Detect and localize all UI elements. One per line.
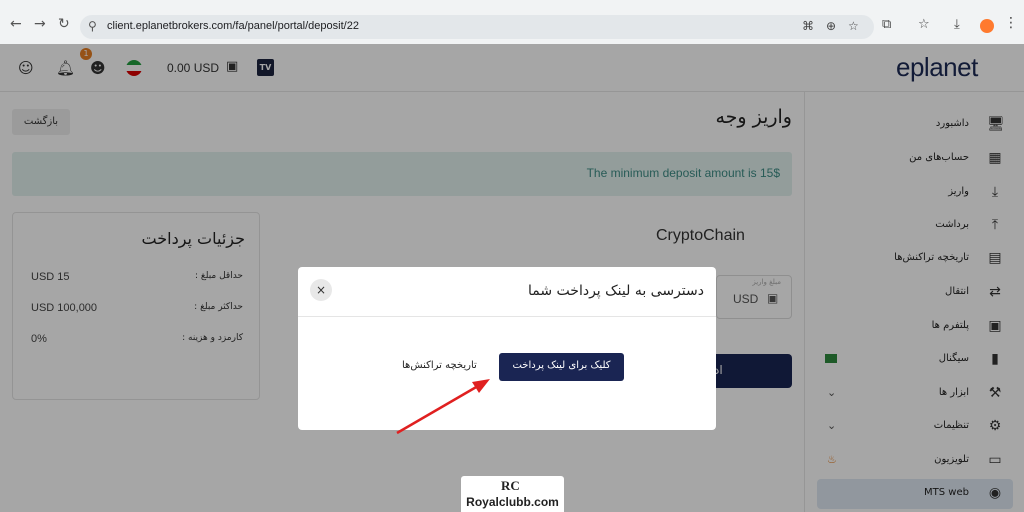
close-icon[interactable]: × — [310, 279, 332, 301]
back-icon[interactable]: ← — [10, 16, 22, 32]
watermark-logo: RC — [501, 478, 520, 493]
download-icon[interactable]: ⤓ — [954, 17, 960, 32]
zoom-icon[interactable]: ⊕ — [826, 19, 836, 33]
royalclubb-watermark: RC Royalclubb.com — [461, 476, 564, 512]
transaction-history-link[interactable]: تاریخچه تراکنش‌ها — [402, 360, 477, 371]
reload-icon[interactable]: ↻ — [58, 16, 70, 32]
site-info-icon[interactable]: ⚲ — [88, 19, 97, 33]
url-text[interactable]: client.eplanetbrokers.com/fa/panel/porta… — [107, 20, 359, 32]
profile-avatar[interactable] — [980, 19, 994, 33]
modal-title: دسترسی به لینک پرداخت شما — [528, 283, 704, 299]
menu-icon[interactable]: ⋮ — [1004, 15, 1018, 31]
forward-icon[interactable]: → — [34, 16, 46, 32]
extensions-icon[interactable]: ⧉ — [882, 17, 891, 32]
payment-link-button[interactable]: کلیک برای لینک پرداخت — [499, 353, 624, 381]
address-bar[interactable]: ⚲ client.eplanetbrokers.com/fa/panel/por… — [80, 15, 874, 39]
browser-chrome: ← → ↻ ⚲ client.eplanetbrokers.com/fa/pan… — [0, 0, 1024, 44]
payment-link-modal: دسترسی به لینک پرداخت شما × کلیک برای لی… — [298, 267, 716, 430]
translate-icon[interactable]: ⌘ — [802, 19, 814, 33]
payment-link-label: کلیک برای لینک پرداخت — [512, 360, 611, 371]
modal-header: دسترسی به لینک پرداخت شما × — [298, 267, 716, 317]
watermark-text: Royalclubb.com — [466, 495, 559, 509]
bookmarks-icon[interactable]: ☆ — [918, 17, 930, 32]
star-icon[interactable]: ☆ — [848, 19, 859, 33]
